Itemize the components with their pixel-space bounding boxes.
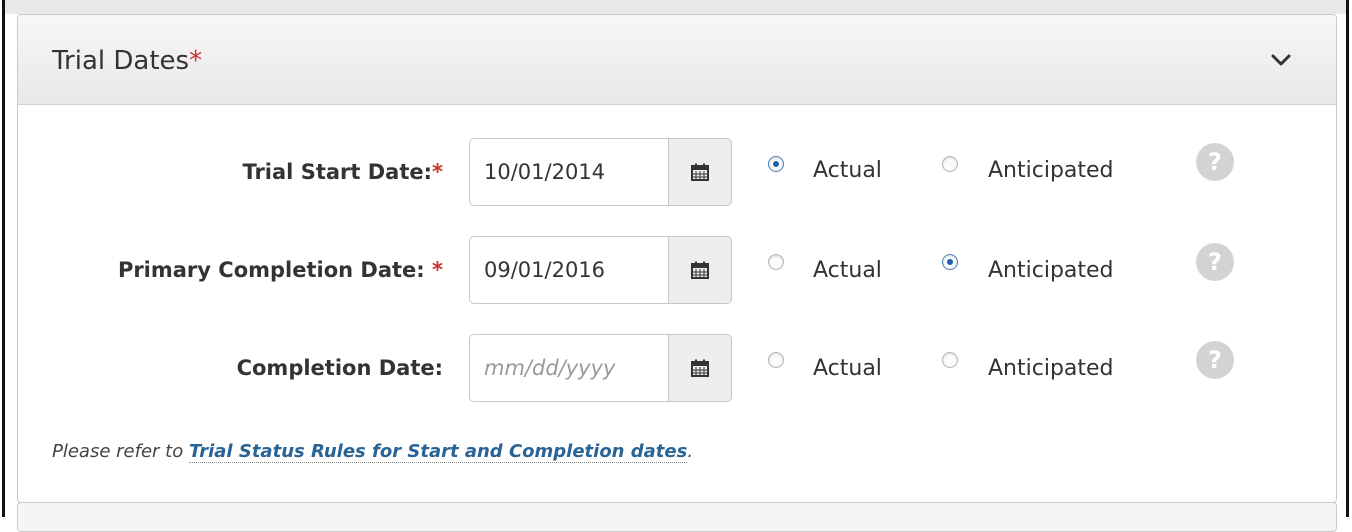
question-circle-icon[interactable]: ? [1196,341,1234,379]
primary-completion-date-label: Primary Completion Date: * [118,256,443,284]
question-circle-icon[interactable]: ? [1196,143,1234,181]
completion-actual-label[interactable]: Actual [813,355,882,383]
primary-completion-actual-radio[interactable] [768,254,784,270]
previous-panel-edge [5,0,1346,14]
completion-date-row: Completion Date: Actual Anticipated ? [18,334,1336,402]
calendar-icon [691,261,709,279]
calendar-icon [691,359,709,377]
trial-start-actual-label[interactable]: Actual [813,157,882,185]
primary-completion-actual-label[interactable]: Actual [813,257,882,285]
trial-start-date-label-text: Trial Start Date: [242,160,433,184]
completion-actual-radio[interactable] [768,352,784,368]
panel-title: Trial Dates* [52,45,202,77]
required-asterisk: * [432,160,443,184]
trial-dates-panel: Trial Dates* Trial Start Date:* Actual A… [17,14,1337,503]
trial-start-date-input[interactable] [469,138,669,206]
note-prefix: Please refer to [52,441,189,462]
primary-completion-date-label-text: Primary Completion Date: [117,258,433,282]
next-panel-edge [17,502,1337,532]
chevron-down-icon [1271,54,1291,66]
completion-anticipated-label[interactable]: Anticipated [988,355,1114,383]
primary-completion-anticipated-radio[interactable] [942,254,958,270]
primary-completion-anticipated-label[interactable]: Anticipated [988,257,1114,285]
required-asterisk: * [432,258,443,282]
trial-status-rules-link[interactable]: Trial Status Rules for Start and Complet… [188,441,688,463]
trial-start-anticipated-radio[interactable] [942,156,958,172]
completion-date-label: Completion Date: [237,354,443,382]
completion-anticipated-radio[interactable] [942,352,958,368]
trial-start-date-calendar-button[interactable] [668,138,732,206]
trial-start-date-label: Trial Start Date:* [242,158,443,186]
window-edge-left [2,0,5,517]
dates-note: Please refer to Trial Status Rules for S… [52,439,693,465]
trial-start-date-row: Trial Start Date:* Actual Anticipated ? [18,138,1336,206]
window-edge-right [1346,0,1349,517]
panel-header[interactable]: Trial Dates* [18,15,1336,105]
completion-date-calendar-button[interactable] [668,334,732,402]
required-asterisk: * [189,46,203,76]
panel-title-text: Trial Dates [52,46,190,76]
completion-date-label-text: Completion Date: [236,356,443,380]
question-circle-icon[interactable]: ? [1196,243,1234,281]
trial-start-actual-radio[interactable] [768,156,784,172]
primary-completion-date-input[interactable] [469,236,669,304]
completion-date-input[interactable] [469,334,669,402]
note-suffix: . [687,441,694,462]
primary-completion-date-row: Primary Completion Date: * Actual Antici… [18,236,1336,304]
collapse-toggle-button[interactable] [1264,45,1298,75]
primary-completion-date-calendar-button[interactable] [668,236,732,304]
calendar-icon [691,163,709,181]
trial-start-anticipated-label[interactable]: Anticipated [988,157,1114,185]
